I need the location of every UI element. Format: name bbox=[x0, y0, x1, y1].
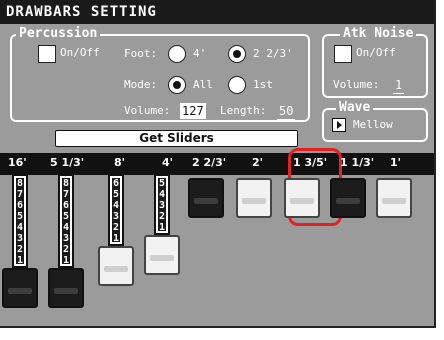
drawbar-step-number: 1 bbox=[112, 233, 120, 244]
drawbar-label: 1 3/5' bbox=[293, 156, 328, 169]
drawbar-step-number: 5 bbox=[62, 211, 70, 222]
drawbar-knob[interactable] bbox=[284, 178, 320, 218]
drawbar-step-number: 8 bbox=[62, 178, 70, 189]
percussion-legend: Percussion bbox=[16, 27, 101, 41]
percussion-volume-value[interactable]: 127 bbox=[180, 103, 206, 119]
drawbar-label: 5 1/3' bbox=[50, 156, 85, 169]
drawbar-step-number: 4 bbox=[62, 222, 70, 233]
foot-label: Foot: bbox=[124, 47, 158, 60]
atk-noise-volume-value[interactable]: 1 bbox=[393, 77, 405, 94]
atk-noise-onoff-label: On/Off bbox=[356, 46, 396, 59]
foot-4-radio[interactable] bbox=[168, 45, 186, 63]
drawbar-step-number: 4 bbox=[158, 189, 166, 200]
drawbar-step-number: 7 bbox=[62, 189, 70, 200]
drawbar-label: 1' bbox=[390, 156, 402, 169]
drawbar-knob[interactable] bbox=[144, 235, 180, 275]
drawbar-step-number: 2 bbox=[158, 211, 166, 222]
drawbar-step-number: 3 bbox=[16, 233, 24, 244]
page-title: DRAWBARS SETTING bbox=[0, 0, 434, 24]
mode-1st-label: 1st bbox=[253, 78, 273, 91]
drawbar-knob[interactable] bbox=[48, 268, 84, 308]
drawbar-knob[interactable] bbox=[376, 178, 412, 218]
drawbars-panel: DRAWBARS SETTING Percussion On/Off Foot:… bbox=[0, 0, 436, 328]
wave-arrow-icon[interactable] bbox=[332, 118, 346, 132]
foot-4-label: 4' bbox=[193, 47, 207, 60]
atk-noise-onoff-checkbox[interactable] bbox=[334, 45, 352, 63]
foot-2-2-3-radio[interactable] bbox=[228, 45, 246, 63]
drawbar-label: 2 2/3' bbox=[192, 156, 227, 169]
drawbar-step-number: 5 bbox=[16, 211, 24, 222]
mode-label: Mode: bbox=[124, 78, 158, 91]
drawbar-step-number: 4 bbox=[112, 200, 120, 211]
drawbar-step-number: 2 bbox=[16, 244, 24, 255]
drawbar-label: 2' bbox=[252, 156, 264, 169]
length-label: Length: bbox=[220, 104, 267, 117]
mode-all-radio[interactable] bbox=[168, 76, 186, 94]
atk-noise-legend: Atk Noise bbox=[340, 27, 417, 41]
drawbar-step-number: 6 bbox=[62, 200, 70, 211]
drawbar-step-number: 2 bbox=[62, 244, 70, 255]
drawbar-label: 1 1/3' bbox=[340, 156, 375, 169]
percussion-onoff-label: On/Off bbox=[60, 46, 100, 59]
length-value[interactable]: 50 bbox=[277, 103, 296, 120]
drawbar-step-number: 3 bbox=[62, 233, 70, 244]
drawbar-rod: 87654321 bbox=[12, 174, 28, 268]
drawbar-rod: 54321 bbox=[154, 174, 170, 235]
drawbar-step-number: 2 bbox=[112, 222, 120, 233]
drawbar-step-number: 4 bbox=[16, 222, 24, 233]
wave-value[interactable]: Mellow bbox=[353, 118, 393, 132]
drawbar-step-number: 7 bbox=[16, 189, 24, 200]
drawbar-step-number: 3 bbox=[112, 211, 120, 222]
foot-2-2-3-label: 2 2/3' bbox=[253, 47, 293, 60]
drawbar-label: 16' bbox=[8, 156, 27, 169]
atk-noise-volume-label: Volume: bbox=[333, 78, 380, 91]
drawbar-rod: 87654321 bbox=[58, 174, 74, 268]
drawbar-step-number: 5 bbox=[112, 189, 120, 200]
drawbar-knob[interactable] bbox=[2, 268, 38, 308]
drawbar-step-number: 1 bbox=[62, 255, 70, 266]
drawbar-step-number: 8 bbox=[16, 178, 24, 189]
drawbar-step-number: 3 bbox=[158, 200, 166, 211]
drawbar-step-number: 6 bbox=[112, 178, 120, 189]
drawbar-label: 8' bbox=[114, 156, 126, 169]
wave-legend: Wave bbox=[336, 101, 374, 115]
drawbar-knob[interactable] bbox=[98, 246, 134, 286]
mode-1st-radio[interactable] bbox=[228, 76, 246, 94]
drawbar-step-number: 1 bbox=[158, 222, 166, 233]
drawbar-rod: 654321 bbox=[108, 174, 124, 246]
drawbar-knob[interactable] bbox=[330, 178, 366, 218]
drawbar-knob[interactable] bbox=[188, 178, 224, 218]
mode-all-label: All bbox=[193, 78, 213, 91]
drawbar-step-number: 1 bbox=[16, 255, 24, 266]
get-sliders-button[interactable]: Get Sliders bbox=[55, 130, 298, 147]
percussion-onoff-checkbox[interactable] bbox=[38, 45, 56, 63]
percussion-volume-label: Volume: bbox=[124, 104, 171, 117]
drawbar-step-number: 6 bbox=[16, 200, 24, 211]
drawbar-step-number: 5 bbox=[158, 178, 166, 189]
drawbar-knob[interactable] bbox=[236, 178, 272, 218]
drawbar-label: 4' bbox=[162, 156, 174, 169]
